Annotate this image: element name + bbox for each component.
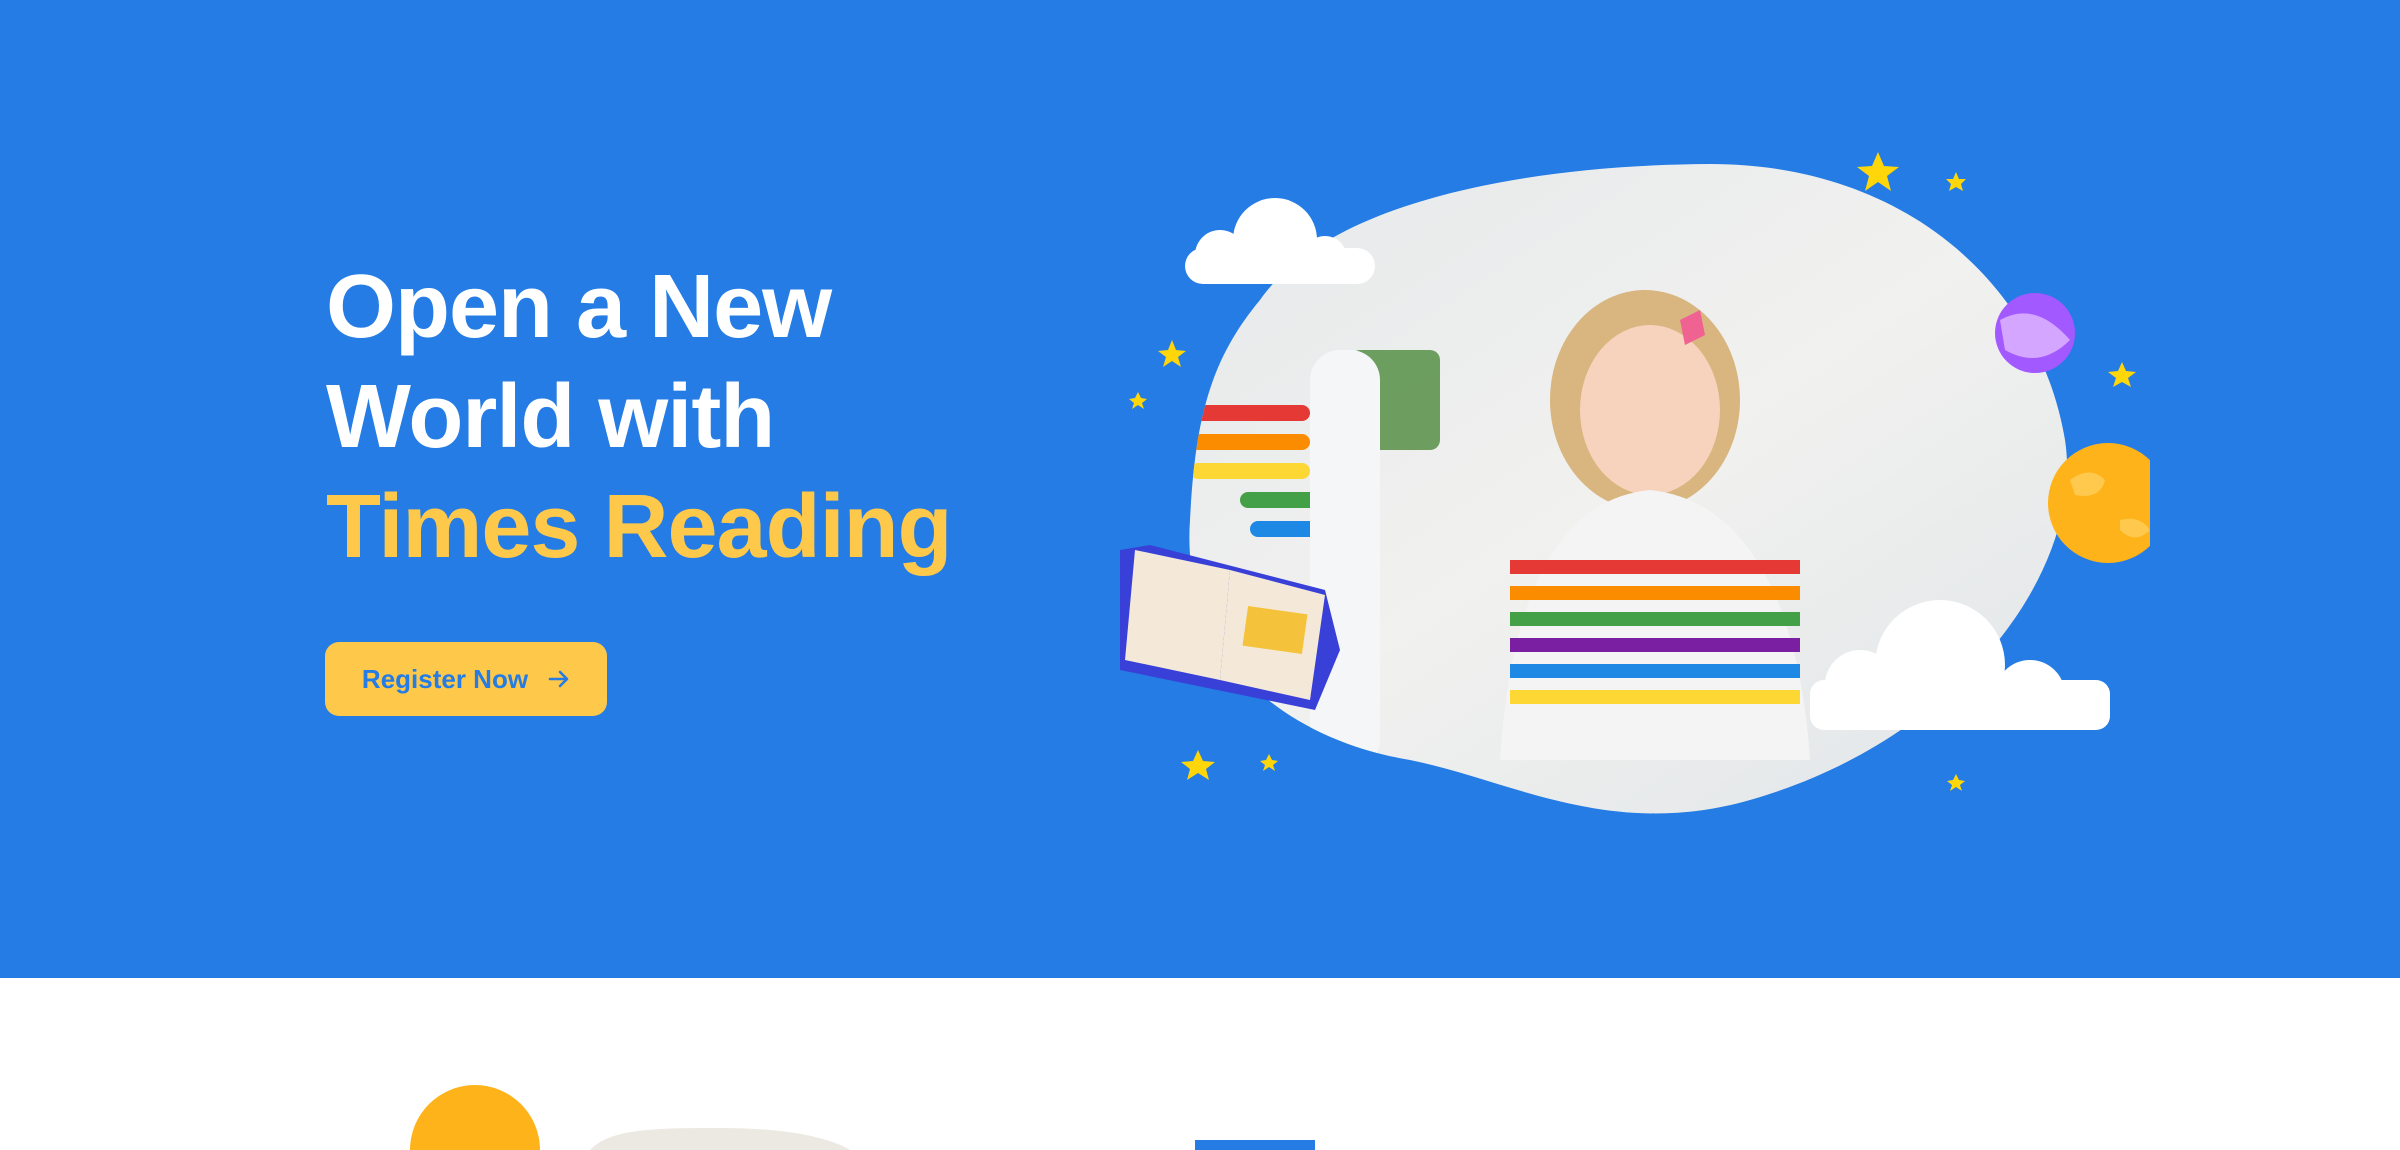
hero-title-accent: Times Reading [326, 477, 953, 577]
hero-title: Open a New World with Times Reading [326, 252, 953, 582]
register-now-button[interactable]: Register Now [325, 642, 607, 716]
section-heading-partial [1195, 1140, 1315, 1150]
hero-title-line1: Open a New [326, 257, 832, 357]
next-section-artwork [410, 1085, 1315, 1150]
hero-title-line2: World with [326, 367, 775, 467]
planet-icon [410, 1085, 540, 1150]
next-section [0, 978, 2400, 1150]
hero-illustration [1120, 152, 2150, 814]
beach-ball-icon [1995, 293, 2075, 373]
hero-section: Open a New World with Times Reading Regi… [0, 0, 2400, 978]
photo-blob [590, 1128, 850, 1150]
register-now-label: Register Now [361, 663, 529, 694]
arrow-right-icon [548, 670, 569, 688]
